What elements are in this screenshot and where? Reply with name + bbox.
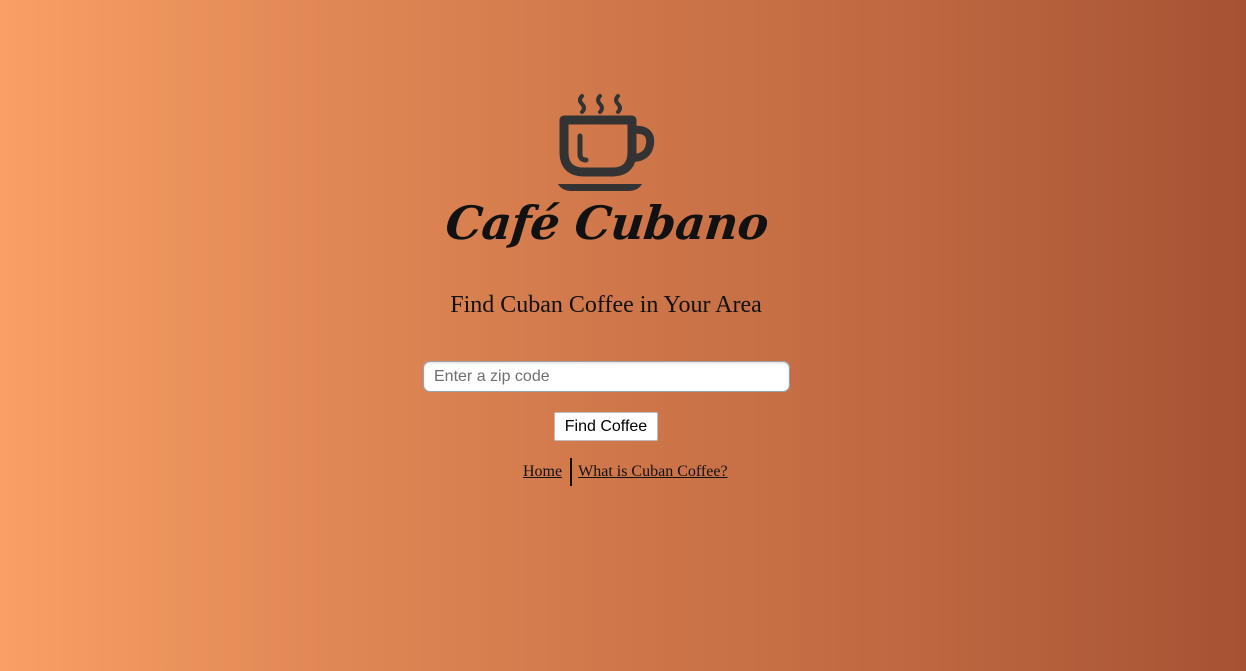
nav-link-home[interactable]: Home — [523, 463, 562, 481]
nav-divider — [570, 458, 573, 486]
nav-link-what-is-cuban-coffee[interactable]: What is Cuban Coffee? — [578, 463, 727, 481]
zip-code-input[interactable] — [423, 361, 790, 392]
find-coffee-button[interactable]: Find Coffee — [554, 412, 658, 441]
page-subtitle: Find Cuban Coffee in Your Area — [450, 292, 762, 318]
coffee-cup-icon — [552, 92, 658, 196]
brand-title: Café Cubano — [443, 196, 771, 250]
footer-nav: Home What is Cuban Coffee? — [523, 458, 728, 486]
